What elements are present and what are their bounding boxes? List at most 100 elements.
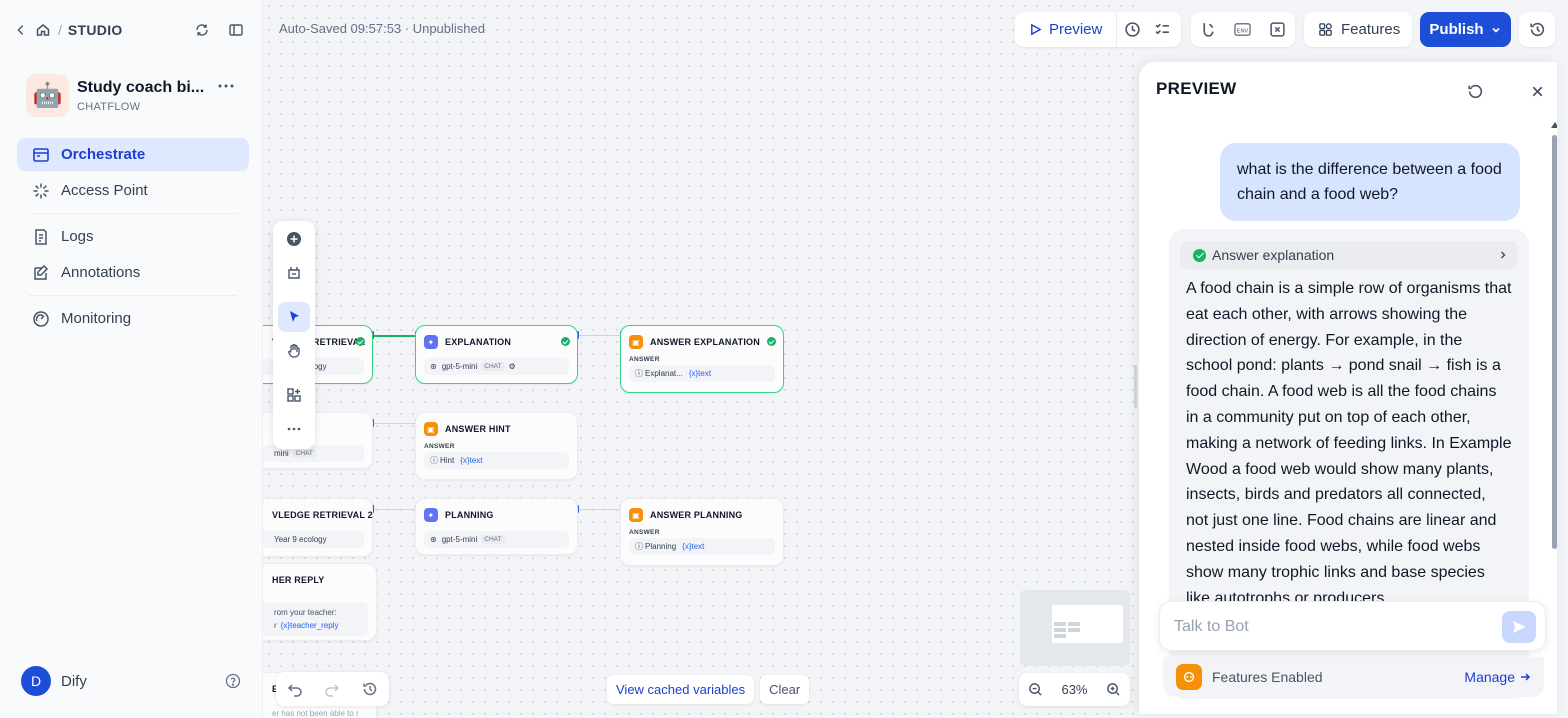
cursor-icon [290, 311, 299, 322]
sidebar-item-access-point[interactable]: Access Point [17, 174, 249, 207]
zoom-level[interactable]: 63% [1061, 682, 1087, 697]
node-body: ⊛ gpt-5-mini CHAT [424, 531, 569, 548]
collapse-sidebar-icon[interactable] [224, 18, 248, 42]
node-body-text: Hint [440, 456, 455, 465]
sidebar-item-annotations[interactable]: Annotations [17, 256, 249, 289]
nav-divider [29, 295, 237, 296]
model-name: mini [274, 449, 289, 458]
logs-icon [35, 228, 47, 245]
scrollbar[interactable] [1552, 135, 1557, 549]
pointer-tool[interactable] [278, 302, 310, 332]
variable-tag: {x}text [682, 542, 705, 551]
view-cached-variables-button[interactable]: View cached variables [607, 675, 755, 704]
chevron-down-icon [1492, 27, 1500, 33]
app-avatar: 🤖 [26, 74, 69, 117]
help-icon[interactable] [225, 673, 241, 689]
check-circle-icon [1193, 248, 1206, 262]
zoom-out-icon[interactable] [1028, 682, 1043, 697]
version-history-icon[interactable] [362, 681, 378, 697]
model-name: gpt-5-mini [441, 535, 478, 544]
publish-button[interactable]: Publish [1420, 12, 1511, 47]
node-planning[interactable]: ✦ PLANNING ⊛ gpt-5-mini CHAT [415, 498, 578, 555]
preview-button[interactable]: Preview [1015, 12, 1118, 47]
redo-icon[interactable] [324, 681, 340, 697]
more-tools[interactable] [278, 414, 310, 444]
conversation-variables-button[interactable] [1263, 15, 1293, 45]
resize-handle[interactable] [1134, 365, 1137, 408]
sidebar-item-label: Monitoring [61, 310, 132, 327]
access-point-icon [33, 183, 49, 198]
sidebar-item-logs[interactable]: Logs [17, 220, 249, 253]
close-icon[interactable] [1529, 83, 1546, 100]
app-type: CHATFLOW [77, 100, 141, 113]
switch-app-icon[interactable] [190, 18, 214, 42]
chat-composer [1159, 601, 1546, 651]
features-toolbar: Features [1304, 12, 1412, 47]
add-note-tool[interactable] [278, 258, 310, 288]
run-history-button[interactable] [1117, 15, 1147, 45]
variable-tag: {x}text [688, 369, 712, 378]
sidebar-item-label: Annotations [61, 264, 141, 281]
app-card[interactable]: 🤖 Study coach bi... CHATFLOW [26, 74, 204, 117]
edge [578, 335, 620, 336]
node-title: ANSWER EXPLANATION [650, 337, 760, 347]
minimap[interactable] [1020, 590, 1130, 666]
model-name: gpt-5-mini [441, 362, 478, 371]
features-enabled-bar: Features Enabled Manage [1163, 657, 1544, 697]
edge [578, 509, 620, 510]
breadcrumb-studio[interactable]: STUDIO [68, 22, 123, 38]
zoom-in-icon[interactable] [1106, 682, 1121, 697]
step-label: Answer explanation [1212, 247, 1335, 263]
node-body: ⓘ Explanat... {x}text [629, 365, 775, 382]
node-answer-hint[interactable]: ▣ ANSWER HINT ANSWER ⓘ Hint {x}text [415, 412, 578, 480]
send-button[interactable] [1502, 611, 1536, 643]
node-title: ANSWER PLANNING [650, 510, 743, 520]
history-icon [1529, 22, 1544, 37]
node-ref-icon: ⓘ [430, 456, 438, 465]
node-body-text: rom your teacher: [274, 608, 337, 617]
minimap-node [1054, 628, 1066, 632]
success-icon [561, 337, 570, 346]
features-button[interactable]: Features [1304, 12, 1414, 47]
preview-panel: PREVIEW what is the difference between a… [1139, 62, 1557, 714]
orchestrate-icon [33, 147, 49, 162]
note-icon [288, 267, 300, 279]
env-variables-button[interactable]: ENV [1228, 15, 1258, 45]
home-icon[interactable] [34, 18, 52, 42]
node-teacher-reply[interactable]: HER REPLY rom your teacher: r {x}teacher_… [263, 563, 377, 641]
workflow-step[interactable]: Answer explanation [1180, 241, 1518, 269]
add-node-tool[interactable] [278, 224, 310, 254]
undo-icon[interactable] [287, 681, 303, 697]
chat-input[interactable] [1174, 616, 1484, 638]
monitoring-icon [33, 310, 49, 327]
preview-label: Preview [1049, 21, 1103, 38]
node-body: ⓘ Planning {x}text [629, 538, 775, 555]
organize-tool[interactable] [278, 380, 310, 410]
node-answer-planning[interactable]: ▣ ANSWER PLANNING ANSWER ⓘ Planning {x}text [620, 498, 784, 566]
scroll-up-arrow[interactable] [1551, 122, 1557, 128]
node-answer-explanation[interactable]: ▣ ANSWER EXPLANATION ANSWER ⓘ Explanat... {… [620, 325, 784, 393]
manage-features-link[interactable]: Manage [1464, 669, 1531, 685]
sidebar-nav: Orchestrate Access Point Logs Annotation… [17, 138, 249, 338]
features-label: Features [1341, 21, 1401, 38]
workflow-canvas[interactable]: Auto-Saved 09:57:53 · Unpublished VLEDGE… [263, 0, 1140, 718]
manage-label: Manage [1464, 669, 1515, 685]
more-options-icon[interactable] [216, 78, 236, 94]
clear-button[interactable]: Clear [760, 675, 810, 704]
sidebar-item-orchestrate[interactable]: Orchestrate [17, 138, 249, 171]
user-account[interactable]: D Dify [21, 666, 243, 696]
reset-icon[interactable] [1467, 83, 1484, 100]
hand-tool[interactable] [278, 336, 310, 366]
node-knowledge-retrieval-2[interactable]: VLEDGE RETRIEVAL 2 Year 9 ecology [263, 498, 373, 557]
version-history-button[interactable] [1519, 12, 1555, 47]
node-explanation[interactable]: ✦ EXPLANATION ⊛ gpt-5-mini CHAT ⚙ [415, 325, 578, 384]
chevron-left-icon[interactable] [14, 18, 28, 42]
node-body: ⊛ gpt-5-mini CHAT ⚙ [424, 358, 569, 375]
node-label: ANSWER [629, 356, 660, 363]
sidebar-item-monitoring[interactable]: Monitoring [17, 302, 249, 335]
panel-title: PREVIEW [1156, 79, 1237, 98]
arrow-right-icon [1521, 673, 1531, 681]
import-dsl-button[interactable] [1193, 15, 1223, 45]
checklist-button[interactable] [1147, 15, 1177, 45]
node-title: HER REPLY [272, 575, 325, 585]
